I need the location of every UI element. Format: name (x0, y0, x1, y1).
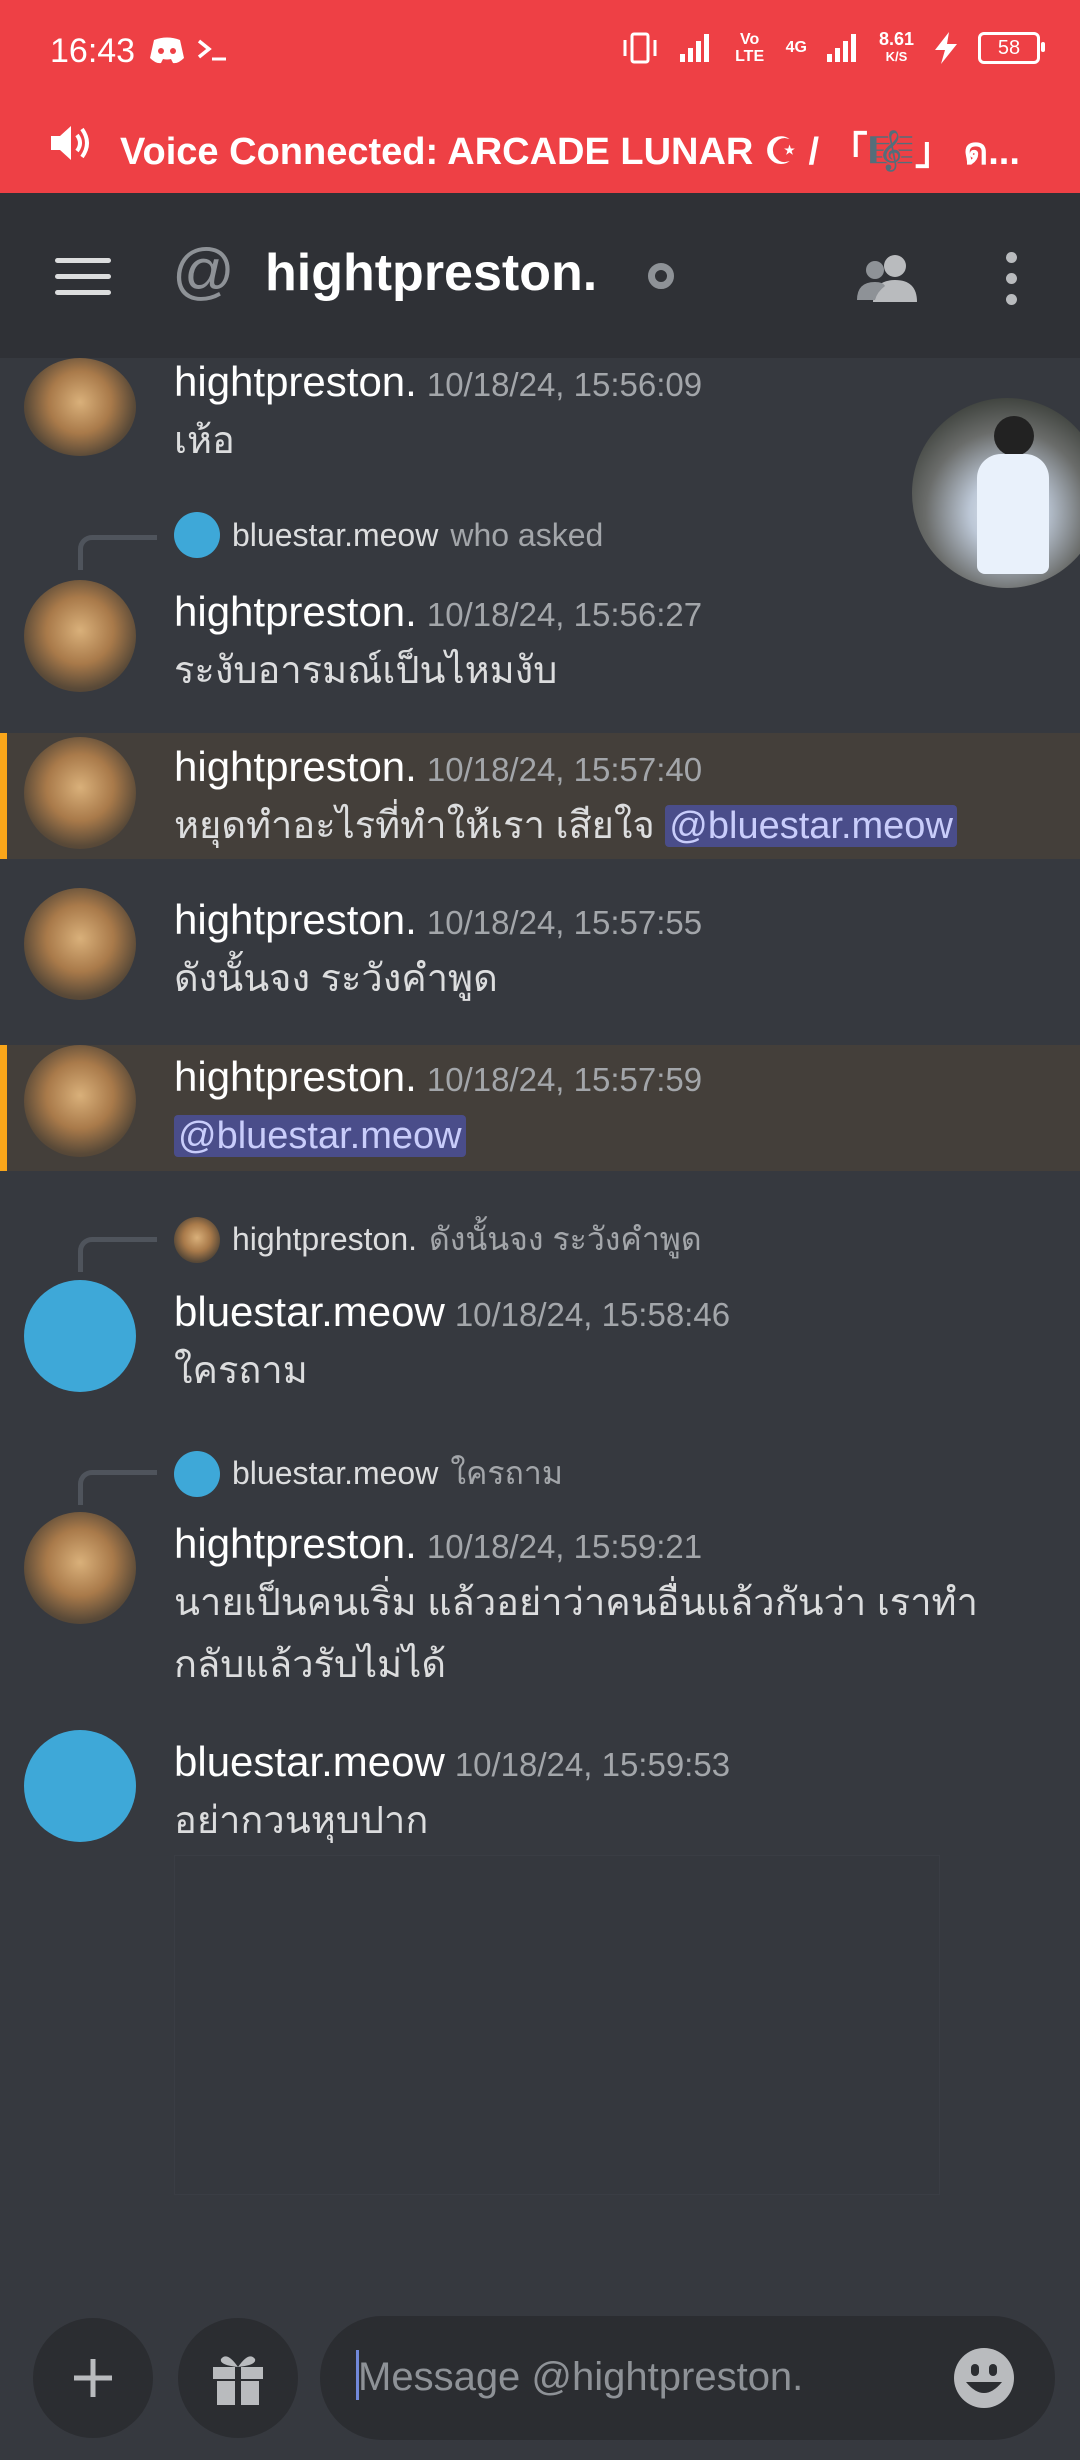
message-text: หยุดทำอะไรที่ทำให้เรา เสียใจ (174, 805, 666, 847)
message-text: ดังนั้นจง ระวังคำพูด (174, 958, 498, 1000)
vibrate-icon (623, 32, 657, 64)
loading-embed-placeholder (174, 1855, 940, 2195)
message-header: hightpreston. 10/18/24, 15:56:27 (174, 588, 702, 636)
reply-author: hightpreston. (232, 1221, 418, 1257)
charging-bolt-icon (935, 32, 957, 64)
message-header: hightpreston. 10/18/24, 15:57:40 (174, 743, 702, 791)
message-text: นายเป็นคนเริ่ม แล้วอย่าว่าคนอื่นแล้วกันว… (174, 1582, 978, 1686)
message-timestamp: 10/18/24, 15:58:46 (454, 1296, 731, 1333)
terminal-icon (197, 39, 226, 61)
discord-icon (150, 37, 184, 64)
message-text: ระงับอารมณ์เป็นไหมงับ (174, 650, 558, 692)
avatar[interactable] (24, 1280, 136, 1392)
message-text: อย่ากวนหุบปาก (174, 1800, 429, 1842)
reply-author: bluestar.meow (232, 1455, 439, 1491)
status-bar: 16:43 Vo LTE 4G 8.61 K/S 58 (0, 0, 1080, 108)
message-text: ใครถาม (174, 1350, 308, 1392)
status-time: 16:43 (50, 32, 136, 70)
message-content: หยุดทำอะไรที่ทำให้เรา เสียใจ @bluestar.m… (174, 795, 1034, 857)
message-timestamp: 10/18/24, 15:57:40 (426, 751, 703, 788)
message-item[interactable]: bluestar.meow 10/18/24, 15:58:46 ใครถาม (0, 1280, 1080, 1410)
menu-icon[interactable] (55, 258, 111, 295)
network-speed-value: 8.61 (878, 29, 914, 49)
battery-level: 58 (997, 36, 1021, 59)
volte-label: Vo LTE (735, 31, 765, 65)
message-author[interactable]: hightpreston. (174, 896, 417, 943)
message-author[interactable]: hightpreston. (174, 588, 417, 635)
reply-text: ดังนั้นจง ระวังคำพูด (429, 1221, 702, 1257)
message-header: hightpreston. 10/18/24, 15:59:21 (174, 1520, 702, 1568)
pip-person-body (977, 454, 1049, 574)
message-author[interactable]: hightpreston. (174, 1520, 417, 1567)
avatar[interactable] (24, 1730, 136, 1842)
avatar[interactable] (24, 1045, 136, 1157)
message-header: hightpreston. 10/18/24, 15:57:55 (174, 896, 702, 944)
reply-reference[interactable]: hightpreston. ดังนั้นจง ระวังคำพูด (174, 1214, 702, 1265)
network-speed-unit: K/S (885, 49, 908, 64)
message-author[interactable]: hightpreston. (174, 743, 417, 790)
avatar[interactable] (24, 358, 136, 456)
signal-icon-1 (679, 34, 709, 62)
gift-button[interactable] (178, 2318, 298, 2438)
reply-reference[interactable]: bluestar.meow who asked (174, 512, 603, 558)
avatar[interactable] (24, 737, 136, 849)
reply-connector (78, 1237, 157, 1272)
message-author[interactable]: hightpreston. (174, 358, 417, 405)
plus-icon (74, 2359, 112, 2397)
signal-icon-2 (826, 34, 856, 62)
message-author[interactable]: hightpreston. (174, 1053, 417, 1100)
message-item[interactable]: hightpreston. 10/18/24, 15:56:09 เห้อ (0, 358, 1080, 468)
message-timestamp: 10/18/24, 15:57:55 (426, 904, 703, 941)
at-icon: @ (172, 237, 235, 306)
network-speed: 8.61 K/S (879, 30, 914, 66)
voice-connected-text: Voice Connected: ARCADE LUNAR ☪ / 「🎼」 ด.… (120, 131, 1020, 173)
battery-indicator: 58 (978, 32, 1045, 64)
gift-icon (213, 2356, 263, 2405)
avatar[interactable] (24, 580, 136, 692)
reply-text: who asked (450, 516, 604, 553)
network-type: 4G (785, 39, 807, 56)
message-text: เห้อ (174, 420, 235, 462)
message-item[interactable]: bluestar.meow 10/18/24, 15:59:53 อย่ากวนห… (0, 1730, 1080, 1860)
reply-avatar (174, 1216, 220, 1263)
message-item[interactable]: hightpreston. 10/18/24, 15:59:21 นายเป็นค… (0, 1512, 1080, 1702)
message-item-mention[interactable]: hightpreston. 10/18/24, 15:57:59 @bluesta… (0, 1045, 1080, 1171)
message-input-placeholder: Message @hightpreston. (358, 2355, 804, 2399)
message-timestamp: 10/18/24, 15:59:21 (426, 1528, 703, 1565)
message-author[interactable]: bluestar.meow (174, 1738, 445, 1785)
reply-author: bluestar.meow (232, 516, 439, 553)
add-attachment-button[interactable] (33, 2318, 153, 2438)
message-header: hightpreston. 10/18/24, 15:57:59 (174, 1053, 702, 1101)
message-timestamp: 10/18/24, 15:56:27 (426, 596, 703, 633)
user-mention[interactable]: @bluestar.meow (174, 1115, 466, 1157)
emoji-icon[interactable] (952, 2346, 1016, 2410)
message-header: hightpreston. 10/18/24, 15:56:09 (174, 358, 702, 406)
message-timestamp: 10/18/24, 15:59:53 (454, 1746, 731, 1783)
avatar[interactable] (24, 1512, 136, 1624)
message-header: bluestar.meow 10/18/24, 15:59:53 (174, 1738, 730, 1786)
reply-reference[interactable]: bluestar.meow ใครถาม (174, 1448, 563, 1499)
reply-connector (78, 1470, 157, 1505)
offline-status-icon (648, 263, 674, 289)
message-item[interactable]: hightpreston. 10/18/24, 15:57:55 ดังนั้นจ… (0, 888, 1080, 1018)
message-header: bluestar.meow 10/18/24, 15:58:46 (174, 1288, 730, 1336)
speaker-icon (51, 126, 89, 160)
dm-title[interactable]: hightpreston. (265, 243, 597, 303)
members-icon[interactable] (855, 250, 919, 306)
reply-connector (78, 535, 157, 570)
message-timestamp: 10/18/24, 15:56:09 (426, 366, 703, 403)
message-item[interactable]: hightpreston. 10/18/24, 15:56:27 ระงับอาร… (0, 580, 1080, 710)
reply-text: ใครถาม (450, 1455, 563, 1491)
user-mention[interactable]: @bluestar.meow (665, 805, 957, 847)
message-content: @bluestar.meow (174, 1105, 1034, 1167)
message-author[interactable]: bluestar.meow (174, 1288, 445, 1335)
message-timestamp: 10/18/24, 15:57:59 (426, 1061, 703, 1098)
reply-avatar (174, 512, 220, 558)
message-item-mention[interactable]: hightpreston. 10/18/24, 15:57:40 หยุดทำอะ… (0, 733, 1080, 859)
reply-avatar (174, 1450, 220, 1497)
pip-person-head (994, 416, 1034, 456)
more-options-icon[interactable] (1006, 252, 1018, 315)
avatar[interactable] (24, 888, 136, 1000)
